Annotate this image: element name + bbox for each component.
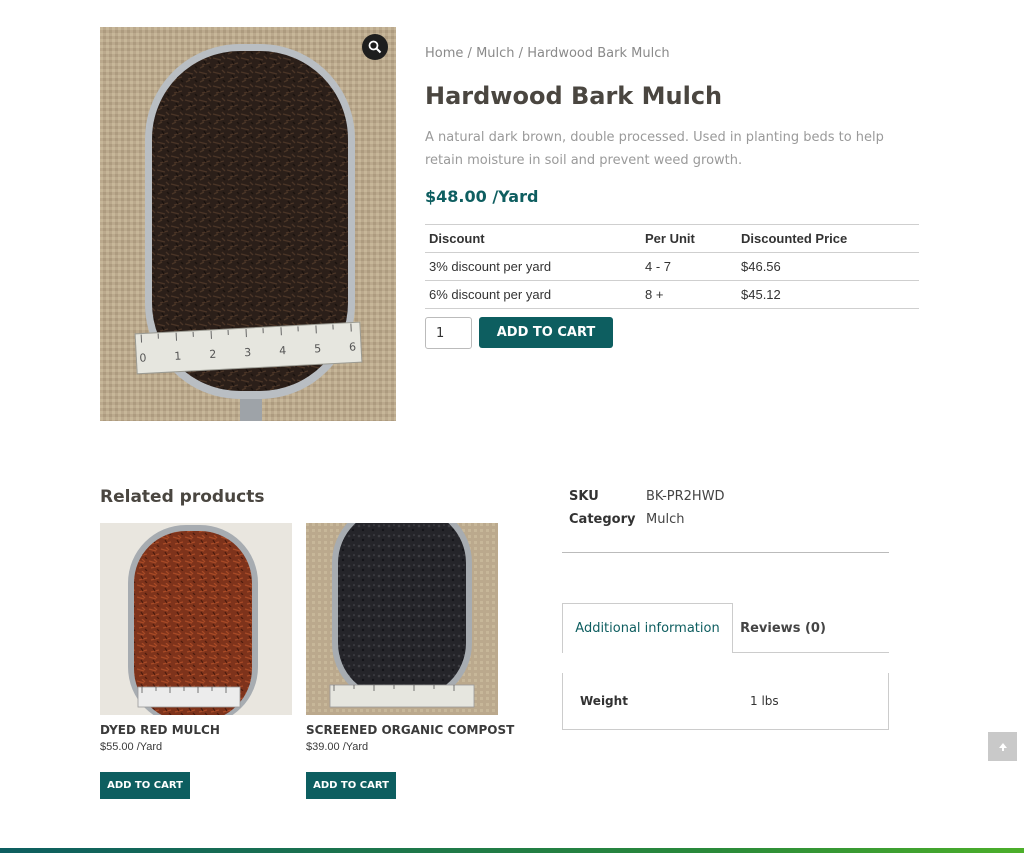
quantity-input[interactable]: [425, 317, 472, 349]
related-product-title[interactable]: DYED RED MULCH: [100, 723, 220, 737]
divider: [733, 652, 889, 653]
breadcrumb-separator: /: [467, 46, 472, 61]
column-header-per-unit: Per Unit: [641, 224, 737, 253]
svg-text:3: 3: [244, 346, 252, 359]
related-add-to-cart-button[interactable]: ADD TO CART: [100, 772, 190, 799]
table-cell: 6% discount per yard: [425, 280, 641, 309]
sku-label: SKU: [569, 489, 599, 504]
zoom-icon[interactable]: [362, 34, 388, 60]
discount-table: Discount Per Unit Discounted Price 3% di…: [425, 224, 919, 309]
related-add-to-cart-button[interactable]: ADD TO CART: [306, 772, 396, 799]
svg-text:1: 1: [174, 350, 182, 363]
table-header-row: Discount Per Unit Discounted Price: [425, 224, 919, 253]
related-product-image-dyed-red-mulch[interactable]: [100, 523, 292, 715]
scroll-to-top-icon[interactable]: [988, 732, 1017, 761]
weight-value: 1 lbs: [750, 694, 779, 708]
breadcrumb-home-link[interactable]: Home: [425, 46, 463, 61]
add-to-cart-button[interactable]: ADD TO CART: [479, 317, 613, 348]
related-products-heading: Related products: [100, 487, 265, 507]
table-cell: 4 - 7: [641, 252, 737, 281]
product-main-image[interactable]: 0 1 2 3 4 5 6: [100, 27, 396, 421]
tab-additional-information[interactable]: Additional information: [562, 603, 733, 653]
category-label: Category: [569, 512, 636, 527]
divider: [562, 552, 889, 553]
table-row: 6% discount per yard 8 + $45.12: [425, 280, 919, 309]
svg-text:0: 0: [139, 351, 147, 364]
table-cell: 3% discount per yard: [425, 252, 641, 281]
svg-text:2: 2: [209, 348, 217, 361]
sku-value: BK-PR2HWD: [646, 489, 725, 504]
table-cell: 8 +: [641, 280, 737, 309]
breadcrumb-separator: /: [518, 46, 524, 61]
product-description: A natural dark brown, double processed. …: [425, 130, 884, 168]
column-header-discounted-price: Discounted Price: [737, 224, 919, 253]
breadcrumb-current: Hardwood Bark Mulch: [527, 46, 670, 61]
table-cell: $45.12: [737, 280, 919, 309]
category-value[interactable]: Mulch: [646, 512, 684, 527]
svg-text:6: 6: [349, 340, 357, 353]
product-price: $48.00 /Yard: [425, 187, 539, 206]
related-product-image-screened-organic-compost[interactable]: [306, 523, 498, 715]
related-product-price: $55.00 /Yard: [100, 741, 163, 753]
footer-accent-bar: [0, 848, 1024, 853]
table-row: 3% discount per yard 4 - 7 $46.56: [425, 252, 919, 281]
related-product-price: $39.00 /Yard: [306, 741, 369, 753]
breadcrumb: Home / Mulch / Hardwood Bark Mulch: [425, 46, 670, 61]
product-title: Hardwood Bark Mulch: [425, 82, 723, 110]
svg-text:5: 5: [314, 342, 322, 355]
tab-reviews[interactable]: Reviews (0): [733, 603, 833, 653]
breadcrumb-category-link[interactable]: Mulch: [476, 46, 514, 61]
table-cell: $46.56: [737, 252, 919, 281]
related-product-title[interactable]: SCREENED ORGANIC COMPOST: [306, 723, 514, 737]
weight-label: Weight: [580, 694, 628, 708]
column-header-discount: Discount: [425, 224, 641, 253]
svg-text:4: 4: [279, 344, 287, 357]
